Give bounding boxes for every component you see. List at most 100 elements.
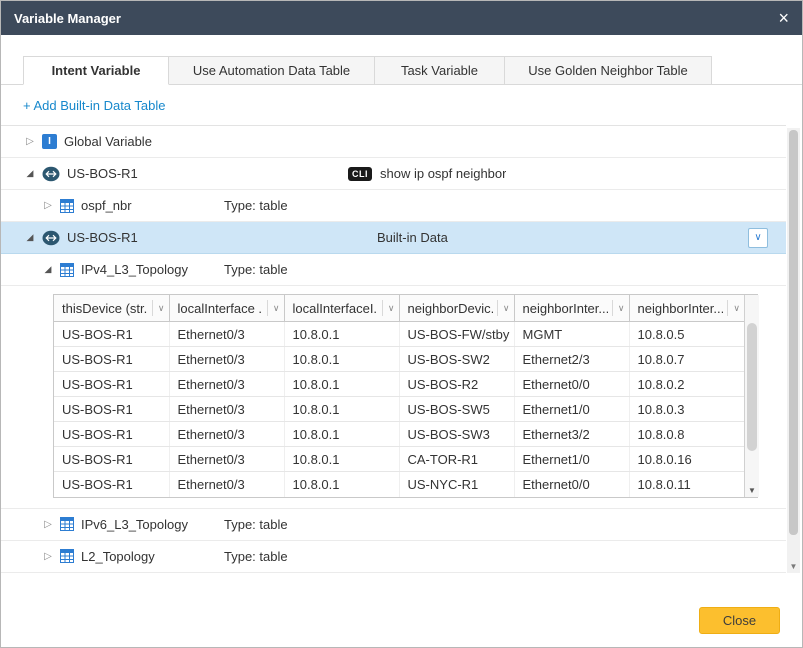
table-cell: 10.8.0.1 [284,397,399,422]
chevron-down-icon[interactable]: ∨ [727,300,740,316]
cli-badge: CLI [348,167,372,181]
table-row[interactable]: US-BOS-R1Ethernet0/310.8.0.1CA-TOR-R1Eth… [54,447,744,472]
built-in-data-dropdown[interactable]: ∨ [748,228,768,248]
table-cell: 10.8.0.8 [629,422,744,447]
dialog-vertical-scrollbar[interactable]: ▼ [787,128,800,573]
variable-tree: ▷ I Global Variable ◢ US-BOS-R1 CLI show… [1,125,786,573]
tree-row-ipv6-topology[interactable]: ▷ IPv6_L3_Topology Type: table [1,509,786,541]
table-cell: Ethernet0/3 [169,472,284,497]
close-icon[interactable]: × [778,9,789,27]
table-icon [60,517,74,531]
expand-collapsed-icon[interactable]: ▷ [41,200,55,211]
tab-use-golden-neighbor-table[interactable]: Use Golden Neighbor Table [505,56,712,85]
scroll-down-icon[interactable]: ▼ [787,562,800,571]
table-cell: Ethernet0/3 [169,397,284,422]
column-header-label: thisDevice (str... [62,301,148,316]
tree-row-l2-topology[interactable]: ▷ L2_Topology Type: table [1,541,786,573]
scroll-down-icon[interactable]: ▼ [745,486,759,495]
table-cell: MGMT [514,322,629,347]
tree-row-ipv4-topology[interactable]: ◢ IPv4_L3_Topology Type: table [1,254,786,286]
device-icon [42,166,60,182]
chevron-down-icon[interactable]: ∨ [612,300,625,316]
tree-label-device: US-BOS-R1 [67,166,348,181]
chevron-down-icon[interactable]: ∨ [267,300,280,316]
expand-collapsed-icon[interactable]: ▷ [41,519,55,530]
tree-row-ospf-nbr[interactable]: ▷ ospf_nbr Type: table [1,190,786,222]
table-cell: Ethernet2/3 [514,347,629,372]
table-cell: US-BOS-R1 [54,347,169,372]
tab-bar: Intent Variable Use Automation Data Tabl… [1,35,802,85]
table-row[interactable]: US-BOS-R1Ethernet0/310.8.0.1US-BOS-SW2Et… [54,347,744,372]
type-text: Type: table [224,517,288,532]
data-table-body: US-BOS-R1Ethernet0/310.8.0.1US-BOS-FW/st… [54,322,744,497]
table-cell: US-BOS-R1 [54,447,169,472]
table-cell: 10.8.0.1 [284,347,399,372]
table-cell: 10.8.0.2 [629,372,744,397]
table-cell: Ethernet0/3 [169,372,284,397]
table-row[interactable]: US-BOS-R1Ethernet0/310.8.0.1US-BOS-FW/st… [54,322,744,347]
chevron-down-icon[interactable]: ∨ [497,300,510,316]
dialog-titlebar: Variable Manager × [1,1,802,35]
table-cell: 10.8.0.5 [629,322,744,347]
tree-label-device: US-BOS-R1 [67,230,377,245]
table-vertical-scrollbar[interactable]: ▼ [744,295,759,497]
add-built-in-data-table-link[interactable]: + Add Built-in Data Table [23,98,166,113]
table-cell: Ethernet0/0 [514,372,629,397]
tree-row-device-builtin[interactable]: ◢ US-BOS-R1 Built-in Data ∨ [1,222,786,254]
column-header-label: localInterfaceI... [293,301,378,316]
column-header-label: neighborInter... [638,301,724,316]
type-text: Type: table [224,549,288,564]
type-text: Type: table [224,262,288,277]
topology-table-block: thisDevice (str...∨localInterface ...∨lo… [1,286,786,509]
chevron-down-icon[interactable]: ∨ [152,300,165,316]
chevron-down-icon: ∨ [754,232,761,243]
table-cell: Ethernet1/0 [514,447,629,472]
column-header[interactable]: localInterface ...∨ [169,295,284,322]
column-header-label: neighborDevic... [408,301,493,316]
cli-command-text: show ip ospf neighbor [380,166,506,181]
expand-expanded-icon[interactable]: ◢ [23,168,37,179]
column-header[interactable]: localInterfaceI... ∨ [284,295,399,322]
expand-collapsed-icon[interactable]: ▷ [23,136,37,147]
table-cell: US-BOS-R1 [54,422,169,447]
column-header[interactable]: neighborInter...∨ [629,295,744,322]
table-cell: US-BOS-R1 [54,372,169,397]
expand-expanded-icon[interactable]: ◢ [23,232,37,243]
column-header[interactable]: neighborDevic... ∨ [399,295,514,322]
tab-task-variable[interactable]: Task Variable [375,56,505,85]
table-cell: Ethernet0/0 [514,472,629,497]
scrollbar-thumb[interactable] [789,130,798,535]
data-table-header-row: thisDevice (str...∨localInterface ...∨lo… [54,295,744,322]
tree-label-ipv6-topology: IPv6_L3_Topology [81,517,224,532]
scrollbar-thumb[interactable] [747,323,757,451]
column-header[interactable]: neighborInter...∨ [514,295,629,322]
built-in-data-text: Built-in Data [377,230,448,245]
table-row[interactable]: US-BOS-R1Ethernet0/310.8.0.1US-BOS-SW3Et… [54,422,744,447]
dialog-title: Variable Manager [14,11,121,26]
column-header[interactable]: thisDevice (str... ∨ [54,295,169,322]
table-row[interactable]: US-BOS-R1Ethernet0/310.8.0.1US-BOS-R2Eth… [54,372,744,397]
table-cell: 10.8.0.3 [629,397,744,422]
table-row[interactable]: US-BOS-R1Ethernet0/310.8.0.1US-BOS-SW5Et… [54,397,744,422]
tree-row-global-variable[interactable]: ▷ I Global Variable [1,126,786,158]
table-cell: 10.8.0.1 [284,372,399,397]
table-cell: US-BOS-FW/stby [399,322,514,347]
table-icon [60,199,74,213]
table-cell: 10.8.0.1 [284,472,399,497]
global-variable-icon: I [42,134,57,149]
tab-intent-variable[interactable]: Intent Variable [23,56,169,85]
tab-use-automation-data-table[interactable]: Use Automation Data Table [169,56,375,85]
table-cell: US-BOS-R2 [399,372,514,397]
table-cell: Ethernet0/3 [169,347,284,372]
close-button[interactable]: Close [699,607,780,634]
expand-expanded-icon[interactable]: ◢ [41,264,55,275]
tree-label-l2-topology: L2_Topology [81,549,224,564]
tree-row-device-cli[interactable]: ◢ US-BOS-R1 CLI show ip ospf neighbor [1,158,786,190]
table-cell: US-NYC-R1 [399,472,514,497]
table-row[interactable]: US-BOS-R1Ethernet0/310.8.0.1US-NYC-R1Eth… [54,472,744,497]
chevron-down-icon[interactable]: ∨ [382,300,395,316]
expand-collapsed-icon[interactable]: ▷ [41,551,55,562]
table-cell: CA-TOR-R1 [399,447,514,472]
table-cell: 10.8.0.1 [284,422,399,447]
tree-label-ospf-nbr: ospf_nbr [81,198,224,213]
